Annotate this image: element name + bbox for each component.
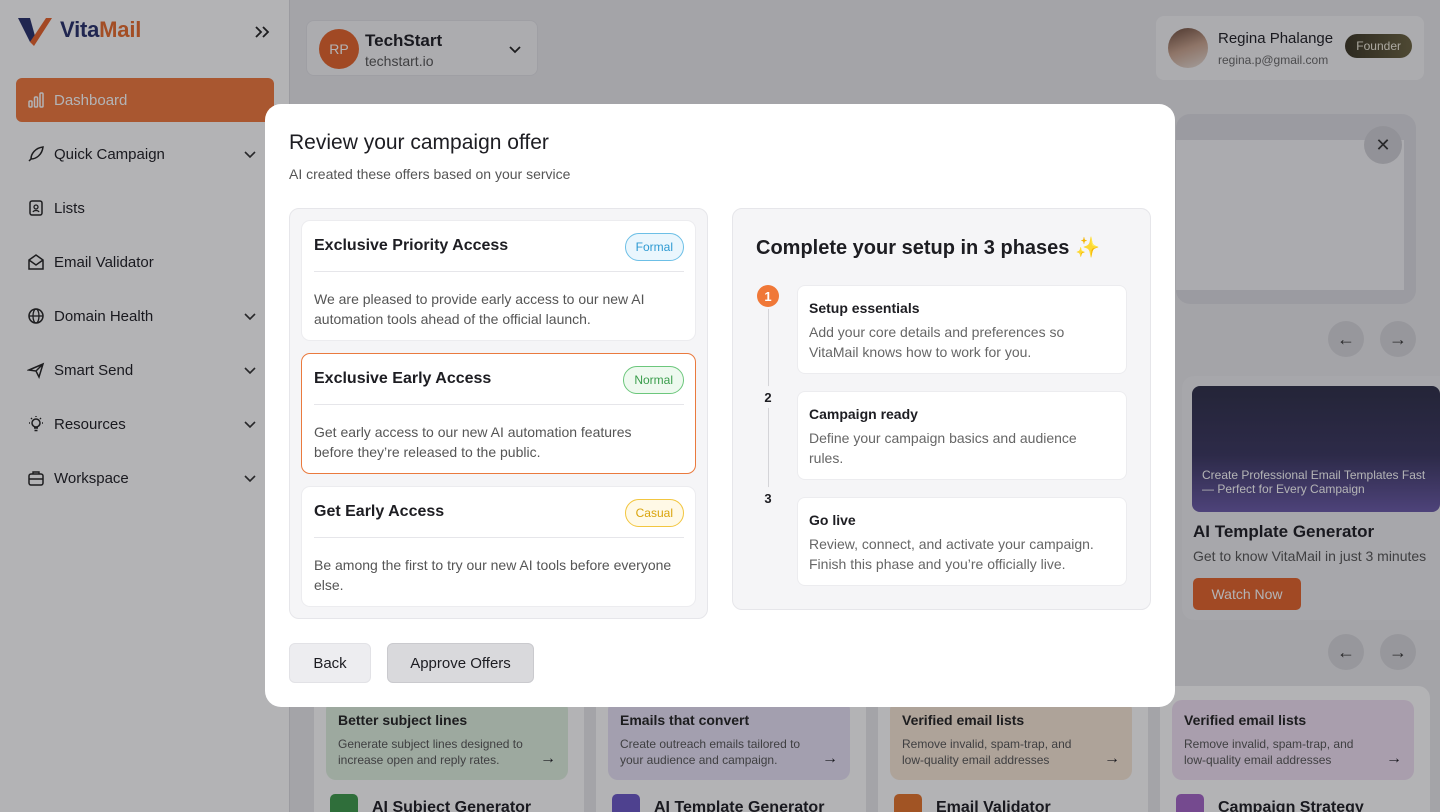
tone-badge: Formal	[624, 233, 684, 261]
phase-card-setup: Setup essentials Add your core details a…	[797, 285, 1127, 374]
phases-title: Complete your setup in 3 phases ✨	[756, 237, 1100, 259]
offers-list: Exclusive Priority Access Formal We are …	[289, 208, 708, 619]
phase-step-number: 2	[757, 386, 779, 408]
offer-card-casual[interactable]: Get Early Access Casual Be among the fir…	[301, 486, 696, 607]
divider	[314, 404, 684, 405]
offer-card-formal[interactable]: Exclusive Priority Access Formal We are …	[301, 220, 696, 341]
tone-badge: Normal	[623, 366, 684, 394]
review-offer-modal: Review your campaign offer AI created th…	[265, 104, 1175, 707]
tone-badge: Casual	[624, 499, 684, 527]
modal-subtitle: AI created these offers based on your se…	[289, 166, 571, 182]
phase-card-campaign: Campaign ready Define your campaign basi…	[797, 391, 1127, 480]
phase-description: Define your campaign basics and audience…	[809, 430, 1077, 466]
modal-title: Review your campaign offer	[289, 131, 549, 154]
divider	[314, 271, 684, 272]
phase-title: Setup essentials	[809, 300, 920, 316]
offer-body: We are pleased to provide early access t…	[314, 291, 645, 327]
phase-step-number: 3	[757, 487, 779, 509]
phase-title: Go live	[809, 512, 856, 528]
offer-title: Get Early Access	[314, 503, 445, 520]
phase-title: Campaign ready	[809, 406, 918, 422]
offer-title: Exclusive Priority Access	[314, 237, 509, 254]
offer-card-normal[interactable]: Exclusive Early Access Normal Get early …	[301, 353, 696, 474]
offer-body: Get early access to our new AI automatio…	[314, 424, 632, 460]
divider	[314, 537, 684, 538]
approve-offers-button[interactable]: Approve Offers	[387, 643, 534, 683]
offer-title: Exclusive Early Access	[314, 370, 492, 387]
offer-body: Be among the first to try our new AI too…	[314, 557, 672, 593]
back-button[interactable]: Back	[289, 643, 371, 683]
phase-description: Add your core details and preferences so…	[809, 324, 1065, 360]
setup-phases-panel: Complete your setup in 3 phases ✨ 1 Setu…	[732, 208, 1151, 610]
phase-card-go-live: Go live Review, connect, and activate yo…	[797, 497, 1127, 586]
phase-step-number: 1	[757, 285, 779, 307]
phase-description: Review, connect, and activate your campa…	[809, 536, 1094, 572]
